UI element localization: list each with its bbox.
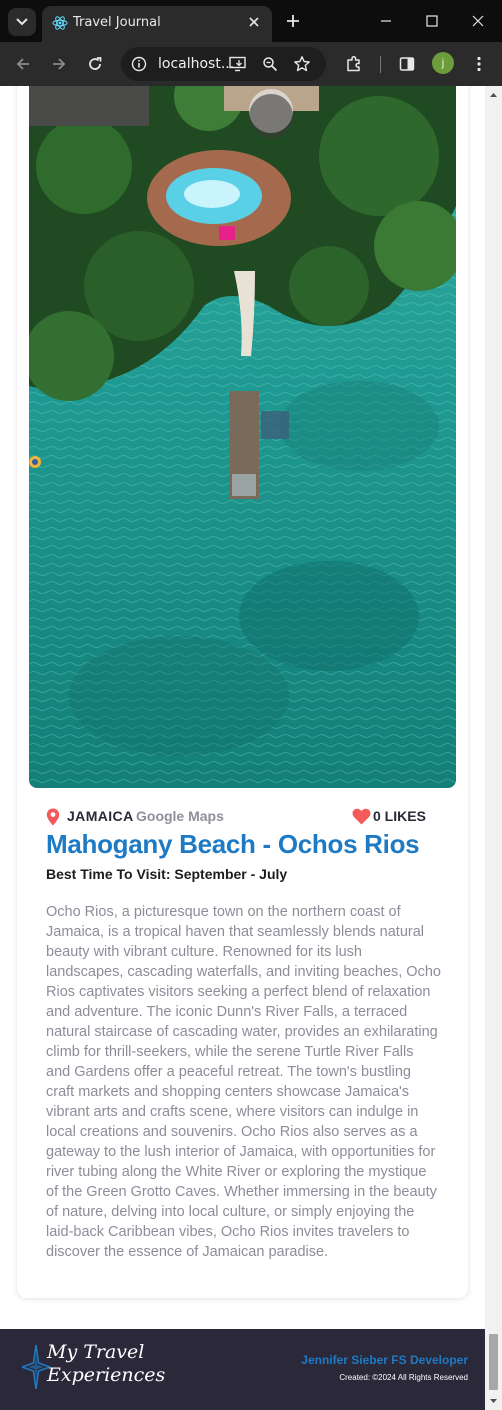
copyright-text: Created: ©2024 All Rights Reserved (339, 1373, 468, 1382)
logo-line-2: Experiences (47, 1364, 166, 1386)
minimize-icon[interactable] (373, 8, 399, 34)
site-logo-text: My Travel Experiences (47, 1341, 165, 1387)
site-info-icon[interactable] (129, 54, 149, 74)
browser-titlebar: Travel Journal (0, 0, 502, 42)
url-text: localhost... (158, 56, 235, 72)
zoom-icon[interactable] (260, 54, 280, 74)
forward-icon[interactable] (48, 53, 70, 75)
entry-meta-row: JAMAICA Google Maps 0 LIKES (46, 807, 455, 827)
country-label: JAMAICA (67, 808, 134, 824)
extensions-icon[interactable] (343, 53, 365, 75)
page-viewport: JAMAICA Google Maps 0 LIKES Mahogany Bea… (0, 86, 485, 1410)
page-scrollbar[interactable] (485, 86, 502, 1410)
maximize-icon[interactable] (419, 8, 445, 34)
toolbar-divider (380, 56, 381, 73)
google-maps-link[interactable]: Google Maps (136, 808, 224, 824)
tab-list-icon[interactable] (8, 8, 36, 36)
side-panel-icon[interactable] (396, 53, 418, 75)
window-close-icon[interactable] (465, 8, 491, 34)
scroll-up-arrow-icon[interactable] (485, 90, 502, 100)
scrollbar-thumb[interactable] (489, 1334, 498, 1390)
plus-icon[interactable] (282, 10, 304, 32)
bookmark-star-icon[interactable] (292, 54, 312, 74)
profile-avatar[interactable]: j (432, 52, 454, 74)
place-description: Ocho Rios, a picturesque town on the nor… (46, 904, 441, 1260)
logo-line-1: My Travel (47, 1341, 145, 1363)
close-icon[interactable] (244, 12, 264, 32)
developer-credit: Jennifer Sieber FS Developer (301, 1353, 468, 1367)
back-icon[interactable] (12, 53, 34, 75)
scroll-down-arrow-icon[interactable] (485, 1396, 502, 1406)
journal-entry-card: JAMAICA Google Maps 0 LIKES Mahogany Bea… (17, 86, 468, 1298)
best-time-to-visit: Best Time To Visit: September - July (46, 866, 288, 882)
browser-toolbar: localhost... j (0, 42, 502, 86)
install-icon[interactable] (228, 54, 248, 74)
address-bar[interactable]: localhost... (121, 47, 326, 81)
likes-count: 0 LIKES (373, 808, 426, 824)
place-title: Mahogany Beach - Ochos Rios (46, 829, 420, 859)
location-pin-icon (46, 808, 60, 826)
browser-tab[interactable]: Travel Journal (42, 6, 272, 42)
reload-icon[interactable] (84, 53, 106, 75)
react-favicon-icon (52, 16, 68, 30)
tab-title: Travel Journal (73, 15, 161, 30)
destination-photo (29, 86, 456, 788)
heart-icon[interactable] (352, 808, 371, 825)
star-logo-icon (22, 1345, 50, 1389)
page-footer: My Travel Experiences Jennifer Sieber FS… (0, 1329, 485, 1410)
menu-icon[interactable] (468, 53, 490, 75)
